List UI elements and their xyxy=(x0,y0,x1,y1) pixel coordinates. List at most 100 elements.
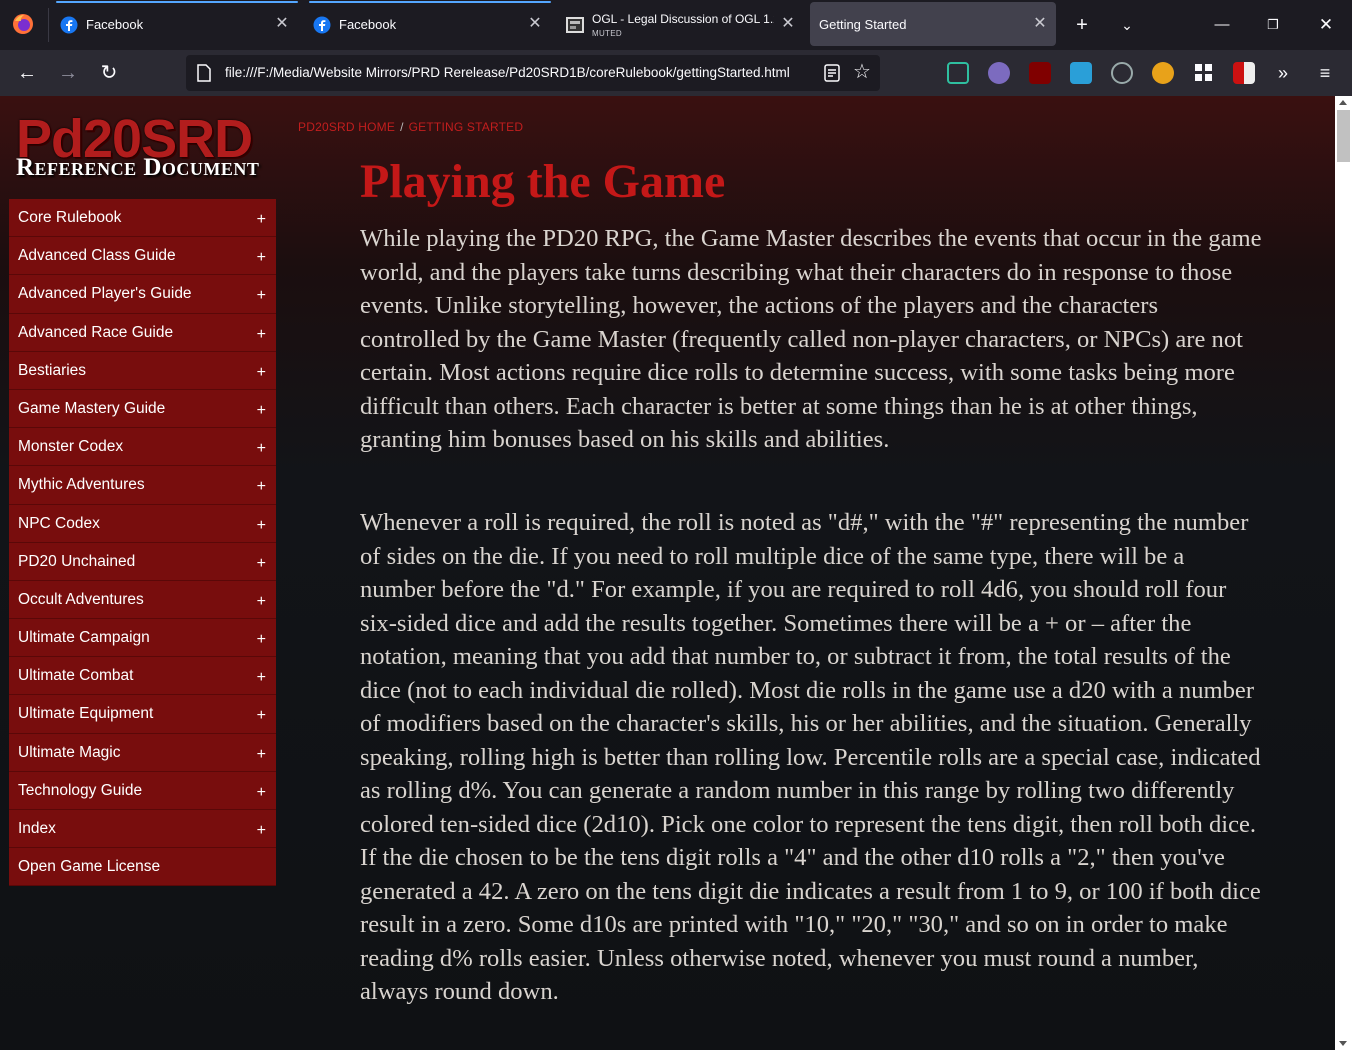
tab-accent-line xyxy=(56,1,298,3)
sidebar-item-label: Occult Adventures xyxy=(18,590,144,608)
close-tab-icon[interactable]: ✕ xyxy=(1030,14,1050,34)
tab-title: Facebook xyxy=(86,17,144,32)
tab-facebook-2[interactable]: Facebook ✕ xyxy=(309,1,551,46)
sidebar-item-ultimate-campaign[interactable]: Ultimate Campaign + xyxy=(9,619,276,658)
chevron-down-icon[interactable]: ⌄ xyxy=(1112,10,1142,40)
sidebar-item-ultimate-combat[interactable]: Ultimate Combat + xyxy=(9,657,276,696)
scrollbar-thumb[interactable] xyxy=(1337,110,1350,162)
youtube-thumbnail-icon xyxy=(566,17,584,33)
overflow-chevron-icon[interactable]: » xyxy=(1268,58,1298,88)
sidebar-item-label: Ultimate Magic xyxy=(18,743,121,761)
expand-plus-icon[interactable]: + xyxy=(257,364,266,382)
bookmark-star-icon[interactable]: ☆ xyxy=(850,60,874,84)
expand-plus-icon[interactable]: + xyxy=(257,211,266,229)
expand-plus-icon[interactable]: + xyxy=(257,746,266,764)
sidebar-item-advanced-class-guide[interactable]: Advanced Class Guide + xyxy=(9,237,276,276)
save-extension-icon[interactable] xyxy=(1070,62,1092,84)
expand-plus-icon[interactable]: + xyxy=(257,287,266,305)
tampermonkey-icon[interactable] xyxy=(1152,62,1174,84)
url-text[interactable]: file:///F:/Media/Website Mirrors/PRD Rer… xyxy=(225,65,790,80)
restore-icon[interactable]: ❐ xyxy=(1253,8,1293,42)
youtube-extension-icon[interactable] xyxy=(1233,62,1255,84)
forward-icon[interactable]: → xyxy=(53,58,83,88)
address-bar[interactable]: file:///F:/Media/Website Mirrors/PRD Rer… xyxy=(186,55,880,91)
sidebar-item-label: Monster Codex xyxy=(18,438,124,456)
tab-ogl-discussion[interactable]: OGL - Legal Discussion of OGL 1.2 | MUTE… xyxy=(562,2,804,46)
mouse-extension-icon[interactable] xyxy=(1111,62,1133,84)
page-title: Playing the Game xyxy=(360,155,726,208)
minimize-icon[interactable]: — xyxy=(1202,8,1242,42)
expand-plus-icon[interactable]: + xyxy=(257,631,266,649)
tab-separator xyxy=(48,8,49,42)
breadcrumb-separator: / xyxy=(400,120,404,134)
scroll-down-arrow-icon[interactable] xyxy=(1339,1041,1347,1046)
reader-view-icon[interactable] xyxy=(822,63,842,83)
expand-plus-icon[interactable]: + xyxy=(257,669,266,687)
navigation-toolbar: ← → ↻ file:///F:/Media/Website Mirrors/P… xyxy=(0,50,1352,96)
new-tab-icon[interactable]: + xyxy=(1067,10,1097,40)
hamburger-menu-icon[interactable]: ≡ xyxy=(1310,58,1340,88)
site-logo[interactable]: Pd20SRD Reference Document xyxy=(12,110,274,190)
expand-plus-icon[interactable]: + xyxy=(257,517,266,535)
breadcrumb-home-link[interactable]: PD20SRD Home xyxy=(298,120,395,134)
sidebar-item-monster-codex[interactable]: Monster Codex + xyxy=(9,428,276,467)
page-content: Pd20SRD Reference Document Core Rulebook… xyxy=(0,96,1352,1050)
tab-facebook-1[interactable]: Facebook ✕ xyxy=(56,1,298,46)
sidebar-item-label: Ultimate Equipment xyxy=(18,705,154,723)
sidebar-item-pd20-unchained[interactable]: PD20 Unchained + xyxy=(9,542,276,581)
expand-plus-icon[interactable]: + xyxy=(257,478,266,496)
sidebar-item-core-rulebook[interactable]: Core Rulebook + xyxy=(9,199,276,238)
expand-plus-icon[interactable]: + xyxy=(257,440,266,458)
close-window-icon[interactable]: ✕ xyxy=(1306,8,1346,42)
extensions-puzzle-icon[interactable] xyxy=(1193,62,1215,84)
sidebar-item-label: Core Rulebook xyxy=(18,209,122,226)
sidebar-item-npc-codex[interactable]: NPC Codex + xyxy=(9,504,276,543)
privacy-badger-icon[interactable] xyxy=(988,62,1010,84)
facebook-icon xyxy=(313,16,331,34)
sidebar-item-bestiaries[interactable]: Bestiaries + xyxy=(9,351,276,390)
sidebar-item-ultimate-equipment[interactable]: Ultimate Equipment + xyxy=(9,695,276,734)
sidebar-item-ultimate-magic[interactable]: Ultimate Magic + xyxy=(9,733,276,772)
breadcrumb-current[interactable]: Getting Started xyxy=(409,120,524,134)
sidebar-item-index[interactable]: Index + xyxy=(9,810,276,849)
firefox-icon[interactable] xyxy=(12,13,34,35)
tab-title: Getting Started xyxy=(819,17,907,32)
vertical-scrollbar[interactable] xyxy=(1335,96,1352,1050)
close-tab-icon[interactable]: ✕ xyxy=(272,14,292,34)
expand-plus-icon[interactable]: + xyxy=(257,402,266,420)
scroll-up-arrow-icon[interactable] xyxy=(1339,100,1347,105)
close-tab-icon[interactable]: ✕ xyxy=(525,14,545,34)
back-icon[interactable]: ← xyxy=(12,58,42,88)
sidebar-item-label: Ultimate Combat xyxy=(18,667,134,685)
ublock-origin-icon[interactable] xyxy=(1029,62,1051,84)
tab-getting-started[interactable]: Getting Started ✕ xyxy=(810,2,1056,46)
sidebar-item-label: Bestiaries xyxy=(18,361,87,379)
close-tab-icon[interactable]: ✕ xyxy=(778,14,798,34)
sidebar-item-label: PD20 Unchained xyxy=(18,552,136,570)
tab-title: Facebook xyxy=(339,17,397,32)
sidebar-item-technology-guide[interactable]: Technology Guide + xyxy=(9,771,276,810)
logo-subtitle: Reference Document xyxy=(16,154,260,181)
expand-plus-icon[interactable]: + xyxy=(257,707,266,725)
sidebar-item-label: NPC Codex xyxy=(18,514,100,532)
sidebar-item-label: Technology Guide xyxy=(18,781,143,799)
expand-plus-icon[interactable]: + xyxy=(257,555,266,573)
reload-icon[interactable]: ↻ xyxy=(94,58,124,88)
facebook-icon xyxy=(60,16,78,34)
expand-plus-icon[interactable]: + xyxy=(257,249,266,267)
sidebar-item-advanced-player-s-guide[interactable]: Advanced Player's Guide + xyxy=(9,275,276,314)
tab-title: OGL - Legal Discussion of OGL 1.2 | xyxy=(592,12,774,26)
expand-plus-icon[interactable]: + xyxy=(257,822,266,840)
sidebar-item-mythic-adventures[interactable]: Mythic Adventures + xyxy=(9,466,276,505)
expand-plus-icon[interactable]: + xyxy=(257,326,266,344)
sidebar-item-open-game-license[interactable]: Open Game License xyxy=(9,848,276,887)
tab-muted-label: MUTED xyxy=(592,29,622,38)
sidebar-item-game-mastery-guide[interactable]: Game Mastery Guide + xyxy=(9,389,276,429)
sidebar-nav: Core Rulebook + Advanced Class Guide + Advan… xyxy=(9,199,276,887)
sidebar-item-occult-adventures[interactable]: Occult Adventures + xyxy=(9,580,276,620)
stylus-extension-icon[interactable] xyxy=(947,62,969,84)
sidebar-item-label: Ultimate Campaign xyxy=(18,629,150,647)
sidebar-item-advanced-race-guide[interactable]: Advanced Race Guide + xyxy=(9,313,276,352)
expand-plus-icon[interactable]: + xyxy=(257,784,266,802)
expand-plus-icon[interactable]: + xyxy=(257,593,266,611)
